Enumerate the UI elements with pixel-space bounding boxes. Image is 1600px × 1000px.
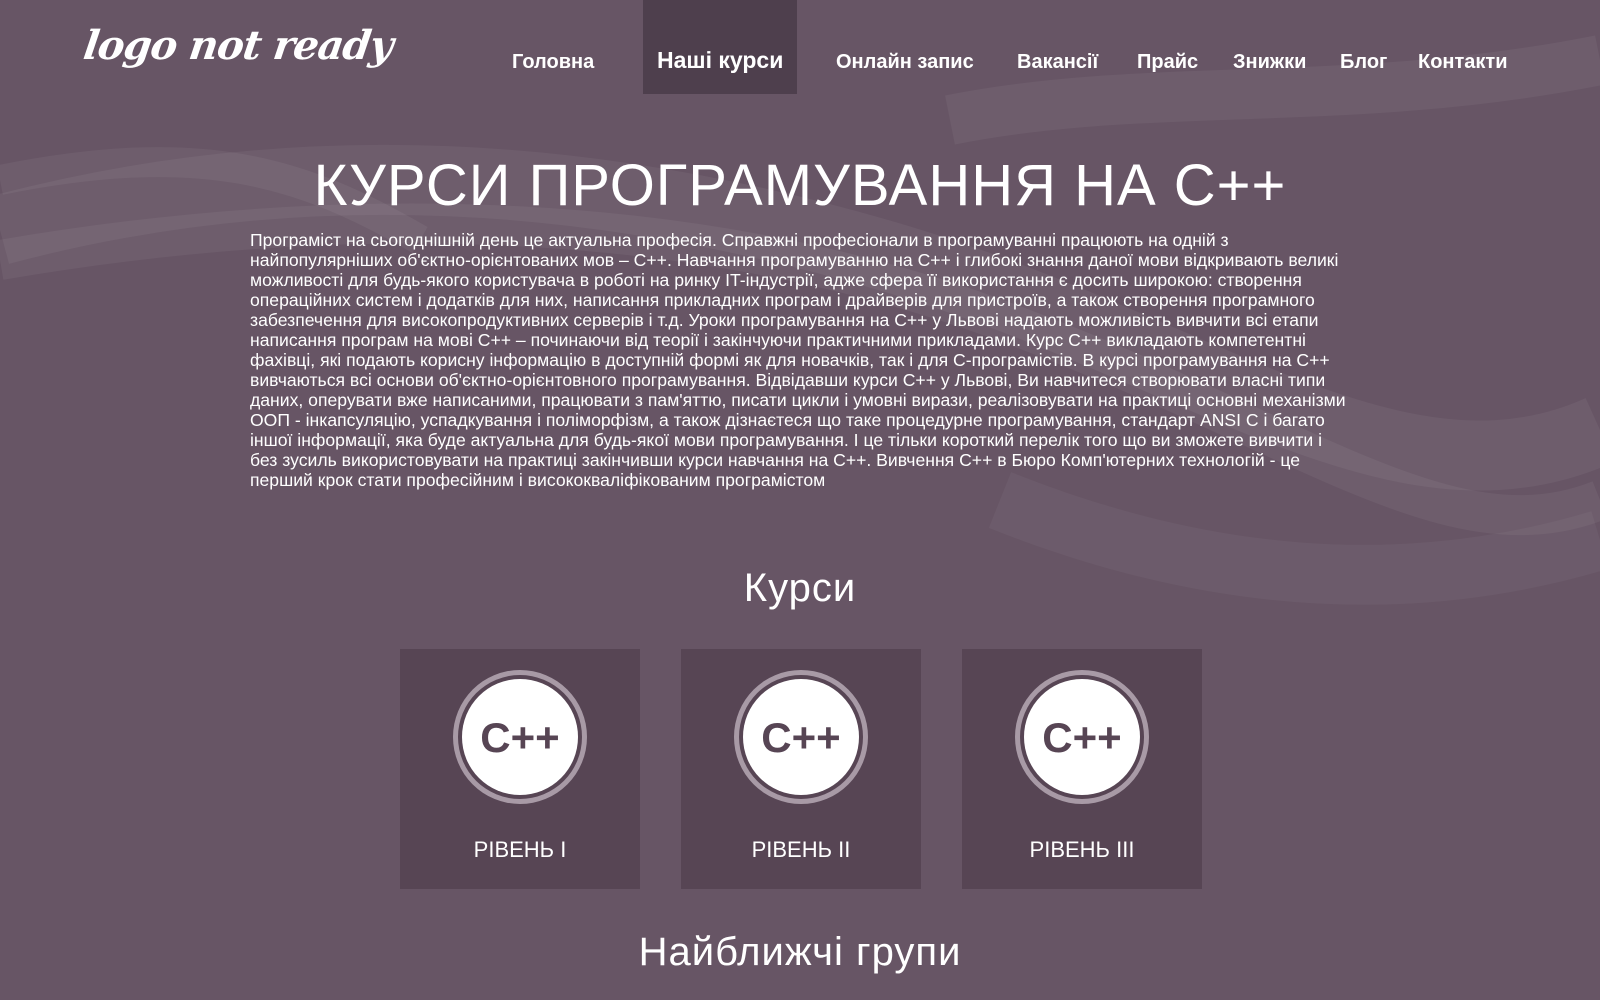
courses-section-title: Курси: [743, 566, 857, 610]
page-title: КУРСИ ПРОГРАМУВАННЯ НА С++: [313, 153, 1287, 218]
course-card-level-1[interactable]: C++ РІВЕНЬ І: [400, 649, 640, 889]
nav-item-contacts[interactable]: Контакти: [1418, 0, 1508, 94]
cpp-icon: C++: [734, 670, 868, 804]
cpp-icon-text: C++: [480, 714, 559, 761]
course-label: РІВЕНЬ І: [473, 837, 567, 862]
course-label: РІВЕНЬ ІІІ: [1029, 837, 1135, 862]
site-logo[interactable]: logo not ready: [81, 22, 396, 69]
upcoming-groups-title: Найближчі групи: [638, 930, 962, 974]
nav-item-price[interactable]: Прайс: [1137, 0, 1198, 94]
site-header: logo not ready Головна Наші курси Онлайн…: [0, 0, 1600, 94]
course-label: РІВЕНЬ ІІ: [751, 837, 851, 862]
course-card-level-3[interactable]: C++ РІВЕНЬ ІІІ: [962, 649, 1202, 889]
nav-item-online-signup[interactable]: Онлайн запис: [836, 0, 974, 94]
nav-item-vacancies[interactable]: Вакансії: [1017, 0, 1098, 94]
cpp-icon: C++: [453, 670, 587, 804]
nav-item-our-courses[interactable]: Наші курси: [643, 0, 798, 94]
nav-item-blog[interactable]: Блог: [1340, 0, 1387, 94]
cpp-icon: C++: [1015, 670, 1149, 804]
cpp-icon-text: C++: [1042, 714, 1121, 761]
cpp-icon-text: C++: [761, 714, 840, 761]
nav-item-home[interactable]: Головна: [512, 0, 594, 94]
course-card-level-2[interactable]: C++ РІВЕНЬ ІІ: [681, 649, 921, 889]
intro-text: Програміст на сьогоднішній день це актуа…: [250, 230, 1346, 490]
nav-item-discounts[interactable]: Знижки: [1233, 0, 1306, 94]
